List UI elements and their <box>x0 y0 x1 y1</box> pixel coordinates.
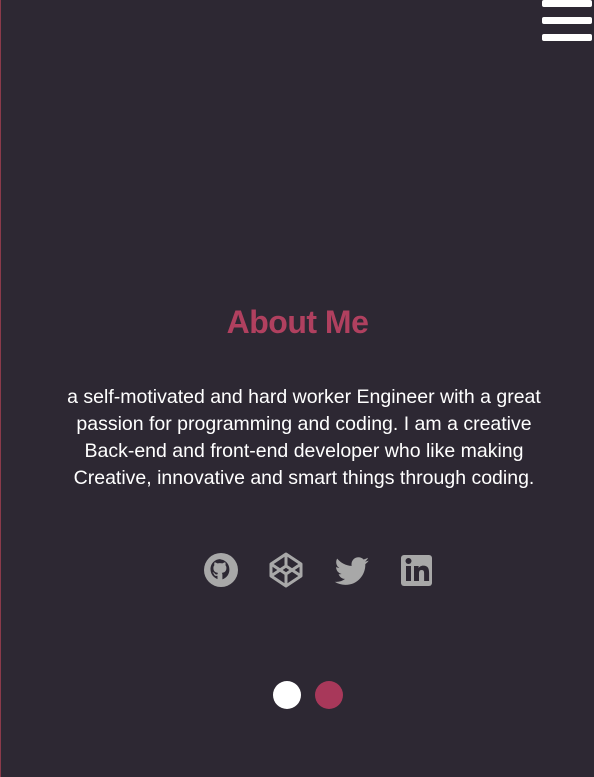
social-links <box>1 550 594 590</box>
bio-line: a self-motivated and hard worker Enginee… <box>67 386 541 408</box>
bio-line: Creative, innovative and smart things th… <box>73 467 535 489</box>
twitter-link[interactable] <box>334 550 370 590</box>
linkedin-icon <box>401 555 432 586</box>
codepen-icon <box>269 552 303 588</box>
bio-line: passion for programming and coding. I am… <box>76 413 532 435</box>
about-title: About Me <box>226 304 369 340</box>
carousel-dot-1[interactable] <box>273 681 301 709</box>
menu-bar-top <box>542 0 592 7</box>
twitter-icon <box>334 557 369 585</box>
codepen-link[interactable] <box>268 550 304 590</box>
linkedin-link[interactable] <box>399 550 435 590</box>
menu-bar-bottom <box>542 34 592 41</box>
github-icon <box>204 553 238 587</box>
about-bio: a self-motivated and hard worker Enginee… <box>31 384 577 492</box>
carousel-dots <box>1 681 594 709</box>
hamburger-menu-icon[interactable] <box>542 0 592 42</box>
bio-line: Back-end and front-end developer who lik… <box>84 440 524 462</box>
carousel-dot-2[interactable] <box>315 681 343 709</box>
menu-bar-middle <box>542 17 592 24</box>
about-page: About Me a self-motivated and hard worke… <box>0 0 594 777</box>
github-link[interactable] <box>203 550 239 590</box>
